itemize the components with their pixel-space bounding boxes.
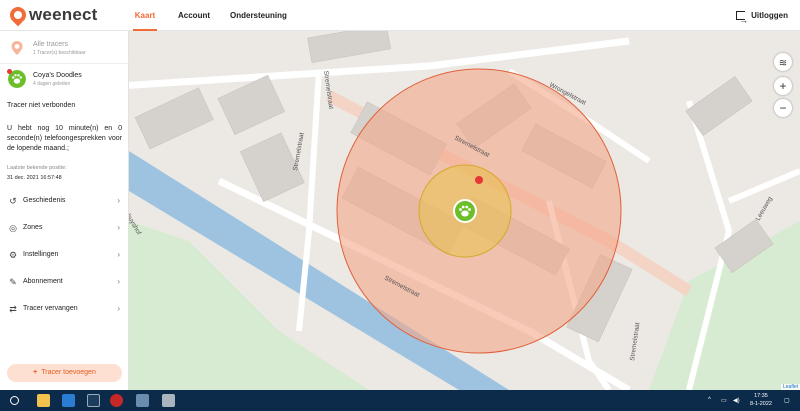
tab-ondersteuning[interactable]: Ondersteuning: [230, 0, 287, 31]
clock-date: 8-1-2022: [749, 401, 772, 407]
menu-label: Zones: [23, 224, 43, 231]
road: [727, 168, 800, 204]
tracer-name: Coya's Doodles: [33, 72, 82, 79]
street-label: Stremelstraat: [322, 70, 334, 109]
street-label: Stremelstraat: [629, 322, 641, 361]
minus-icon: −: [779, 101, 787, 115]
menu-item-abonnement[interactable]: ✎ Abonnement ›: [0, 269, 129, 296]
tab-kaart[interactable]: Kaart: [133, 0, 157, 31]
logout-label: Uitloggen: [751, 11, 788, 20]
logo-pin-icon: [6, 3, 30, 27]
tracer-status: Tracer niet verbonden: [7, 102, 76, 109]
menu-item-zones[interactable]: ◎ Zones ›: [0, 215, 129, 242]
os-taskbar: ^ ▭ ◀) 17:35 8-1-2022 ▢: [0, 390, 800, 411]
plus-icon: +: [33, 369, 38, 376]
menu-label: Geschiedenis: [23, 197, 66, 204]
menu-item-geschiedenis[interactable]: ↺ Geschiedenis ›: [0, 188, 129, 215]
clock[interactable]: 17:35 8-1-2022: [750, 392, 772, 408]
tracer-item-coyas-doodles[interactable]: Coya's Doodles 4 dagen geleden: [0, 64, 129, 94]
menu-item-instellingen[interactable]: ⚙ Instellingen ›: [0, 242, 129, 269]
chevron-up-icon[interactable]: ^: [708, 397, 711, 403]
tracker-marker[interactable]: [453, 199, 477, 223]
menu-item-tracer-vervangen[interactable]: ⇄ Tracer vervangen ›: [0, 296, 129, 323]
street-label: Leeuweg: [755, 195, 774, 222]
tracer-last-seen: 4 dagen geleden: [33, 81, 71, 87]
plus-icon: +: [779, 79, 787, 93]
logo-text: weenect: [29, 5, 98, 24]
all-tracers-title: Alle tracers: [33, 41, 69, 48]
chevron-right-icon: ›: [117, 223, 120, 232]
chevron-right-icon: ›: [117, 304, 120, 313]
chevron-right-icon: ›: [117, 196, 120, 205]
all-tracers-item[interactable]: Alle tracers 1 Tracer(s) beschikbaar: [0, 33, 129, 63]
menu-label: Abonnement: [23, 278, 63, 285]
layers-icon: ≋: [778, 58, 788, 69]
chevron-right-icon: ›: [117, 250, 120, 259]
street-label: Stremelstraat: [292, 132, 306, 171]
logout-icon: [736, 5, 748, 36]
top-navigation: weenect Kaart Account Ondersteuning Uitl…: [0, 0, 800, 36]
minutes-notice: U hebt nog 10 minute(n) en 0 seconde(n) …: [7, 125, 122, 152]
app-icon[interactable]: [162, 394, 175, 407]
app-icon[interactable]: [87, 394, 100, 407]
menu-label: Tracer vervangen: [23, 305, 78, 312]
logout-button[interactable]: Uitloggen: [736, 0, 788, 36]
map-canvas: Wrongelstraat Stremelstraat Stremelstraa…: [129, 31, 800, 390]
subscription-icon: ✎: [9, 277, 17, 287]
zone-icon: ◎: [9, 223, 17, 233]
search-icon[interactable]: [10, 396, 19, 405]
add-tracer-button[interactable]: + Tracer toevoegen: [7, 364, 122, 382]
zoom-in-button[interactable]: +: [774, 77, 792, 95]
browser-icon[interactable]: [110, 394, 123, 407]
last-position-dot[interactable]: [475, 176, 483, 184]
app-window: weenect Kaart Account Ondersteuning Uitl…: [0, 0, 800, 390]
last-position-label: Laatste bekende positie:: [7, 165, 67, 171]
volume-icon[interactable]: ◀): [733, 397, 740, 404]
notifications-icon[interactable]: ▢: [784, 397, 790, 404]
chevron-right-icon: ›: [117, 277, 120, 286]
weenect-logo[interactable]: weenect: [6, 3, 98, 27]
location-pin-icon: [11, 41, 23, 55]
history-icon: ↺: [9, 196, 17, 206]
status-dot: [7, 69, 12, 74]
all-tracers-subtitle: 1 Tracer(s) beschikbaar: [33, 50, 86, 56]
last-position-value: 31 dec. 2021 16:57:48: [7, 175, 62, 181]
menu-label: Instellingen: [23, 251, 59, 258]
layers-button[interactable]: ≋: [774, 53, 792, 71]
replace-icon: ⇄: [9, 304, 17, 314]
outlook-icon[interactable]: [62, 394, 75, 407]
tab-account[interactable]: Account: [178, 0, 210, 31]
calculator-icon[interactable]: [136, 394, 149, 407]
file-explorer-icon[interactable]: [37, 394, 50, 407]
map-view[interactable]: Wrongelstraat Stremelstraat Stremelstraa…: [129, 31, 800, 390]
sidebar: Alle tracers 1 Tracer(s) beschikbaar Coy…: [0, 31, 129, 390]
settings-icon: ⚙: [8, 250, 18, 260]
network-icon[interactable]: ▭: [721, 397, 727, 404]
clock-time: 17:35: [754, 393, 768, 399]
add-tracer-label: Tracer toevoegen: [41, 369, 96, 376]
zoom-out-button[interactable]: −: [774, 99, 792, 117]
